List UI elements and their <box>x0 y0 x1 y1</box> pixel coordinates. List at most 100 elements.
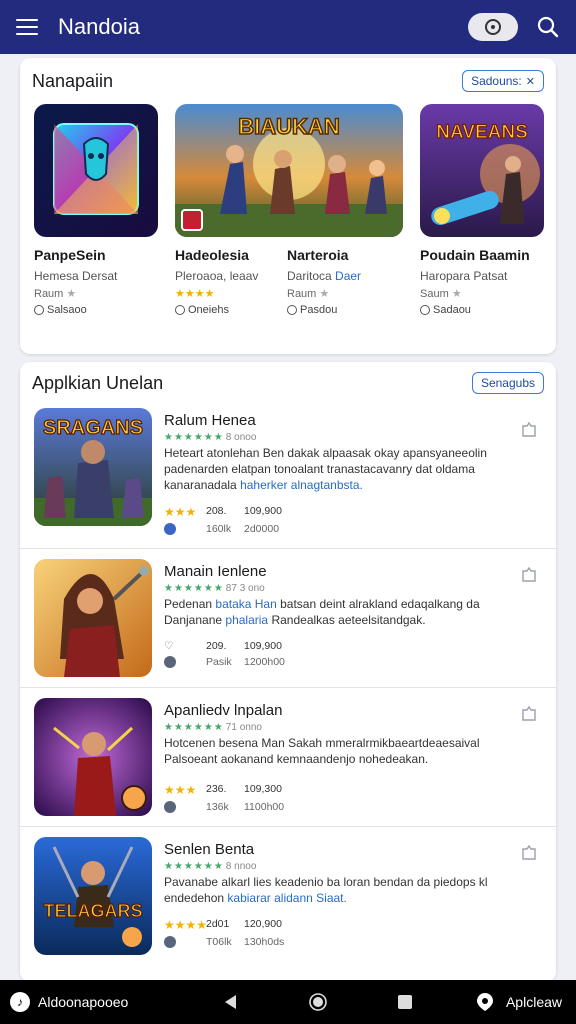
share-icon[interactable] <box>520 420 538 438</box>
see-all-button[interactable]: Senagubs <box>471 372 544 394</box>
description-link[interactable]: bataka Han <box>215 597 276 611</box>
tile-meta-label: Saum <box>420 288 449 300</box>
stat-value: 160lk <box>206 523 232 535</box>
app-icon: SRAGANS <box>34 408 152 526</box>
description-line: endedehon kabiarar alidann Siaat. <box>164 890 516 906</box>
app-thumbnail <box>34 104 158 237</box>
star-icon: ★ <box>319 288 330 300</box>
tile-downloads: Oneiehs <box>175 304 287 316</box>
tile-title: PanpeSein <box>34 247 106 263</box>
share-icon[interactable] <box>520 565 538 583</box>
tile-text-row: Hadeolesia Pleroaoa, leaav ★★★★ Oneiehs … <box>175 237 403 316</box>
stat-value: 2d01 <box>206 918 230 930</box>
stat-value: 2d0000 <box>244 523 280 535</box>
tile-title: Poudain Baamin <box>420 247 530 263</box>
app-stats: ★★★ 208. 109,900 160lk 2d0000 <box>164 505 548 538</box>
featured-tile[interactable]: NAVEANS Poudain Baamin Haropara Patsat S… <box>420 104 544 316</box>
app-info: Apanliedv lnpalan ★★★★★★ 71 onno Hotcenen… <box>164 698 548 816</box>
app-description: Pedenan bataka Han batsan deint alraklan… <box>164 596 516 628</box>
share-icon[interactable] <box>520 843 538 861</box>
description-link[interactable]: phalaria <box>225 613 268 627</box>
list-item[interactable]: SRAGANS Ralum Henea ★★★★★★ 8 onoo Heteart… <box>20 404 556 548</box>
download-icon <box>420 305 430 315</box>
tile-text-right[interactable]: Narteroia Daritoca Daer Raum ★ Pasdou <box>287 237 399 316</box>
apps-header: Applkian Unelan Senagubs <box>20 362 556 404</box>
nav-left[interactable]: ♪ Aldoonapooeo <box>0 992 160 1012</box>
record-icon <box>485 19 501 35</box>
downloads-label: Sadaou <box>433 304 471 316</box>
app-banner: BIAUKAN <box>175 104 403 237</box>
nav-right[interactable]: Aplcleaw <box>476 992 576 1012</box>
app-thumbnail: NAVEANS <box>420 104 544 237</box>
rating-row: ★★★★★★ 87 3 ono <box>164 583 548 594</box>
app-description: Hotcenen besena Man Sakah mmeralrmikbaea… <box>164 735 516 767</box>
banner-text: SRAGANS <box>43 417 143 439</box>
back-icon[interactable] <box>223 994 239 1010</box>
description-link[interactable]: haherker alnagtanbsta. <box>240 478 363 492</box>
recents-icon[interactable] <box>397 994 413 1010</box>
stat-value: 130h0ds <box>244 936 285 948</box>
menu-icon[interactable] <box>16 19 38 35</box>
description-text: endedehon <box>164 891 225 905</box>
download-icon <box>287 305 297 315</box>
description-line: Pedenan bataka Han batsan deint alraklan… <box>164 596 516 612</box>
home-icon[interactable] <box>309 993 327 1011</box>
description-line: Danjanane phalaria Randealkas aeteelsita… <box>164 612 516 628</box>
list-item[interactable]: Manain Ienlene ★★★★★★ 87 3 ono Pedenan ba… <box>20 548 556 687</box>
tile-meta-label: Raum <box>287 288 317 300</box>
tile-text-left: Hadeolesia Pleroaoa, leaav ★★★★ Oneiehs <box>175 237 287 316</box>
tile-subtitle: Pleroaoa, leaav <box>175 269 259 283</box>
rating-count: 87 3 ono <box>225 583 265 594</box>
tile-subtitle-link[interactable]: Daer <box>335 269 361 283</box>
star-icon: ★ <box>66 288 77 300</box>
stat-value: T06lk <box>206 936 232 948</box>
music-note-icon: ♪ <box>10 992 30 1012</box>
shield-icon <box>164 936 206 951</box>
featured-header: Nanapaiin Sadouns: ✕ <box>20 58 556 104</box>
downloads-label: Oneiehs <box>188 304 229 316</box>
app-icon <box>34 698 152 816</box>
description-link[interactable]: kabiarar alidann Siaat. <box>227 891 346 905</box>
stat-value: 109,900 <box>244 505 282 517</box>
rating-stars: ★★★★★★ <box>164 861 224 872</box>
download-icon <box>175 305 185 315</box>
search-icon[interactable] <box>536 15 560 39</box>
section-title: Applkian Unelan <box>32 372 164 393</box>
list-item[interactable]: Apanliedv lnpalan ★★★★★★ 71 onno Hotcenen… <box>20 687 556 826</box>
app-title: Nandoia <box>58 14 140 39</box>
app-info: Manain Ienlene ★★★★★★ 87 3 ono Pedenan ba… <box>164 559 548 677</box>
stat-value: 1100h00 <box>244 801 285 813</box>
see-all-button[interactable]: Sadouns: ✕ <box>462 70 544 92</box>
description-line: kanaranadala haherker alnagtanbsta. <box>164 477 516 493</box>
downloads-label: Pasdou <box>300 304 338 316</box>
tile-downloads: Pasdou <box>287 304 399 316</box>
tile-downloads: Salsaoo <box>34 304 158 316</box>
banner-text: NAVEANS <box>436 122 528 143</box>
tile-subtitle: Hemesa Dersat <box>34 269 118 283</box>
app-stats: ♡ 209. 109,900 Pasik 1200h00 <box>164 640 548 671</box>
banner-text: BIAUKAN <box>238 114 339 139</box>
tile-meta: Saum ★ <box>420 287 544 300</box>
featured-tile[interactable]: BIAUKAN Hadeolesia Pleroaoa, leaav ★★★★ … <box>175 104 403 316</box>
download-icon <box>34 305 44 315</box>
heart-icon: ♡ <box>164 640 174 652</box>
list-item[interactable]: TELAGARS Senlen Benta ★★★★★★ 8 nnoo Pavan… <box>20 826 556 965</box>
see-all-label: Sadouns: <box>471 74 522 88</box>
nav-right-label: Aplcleaw <box>505 994 562 1010</box>
downloads-label: Salsaoo <box>47 304 87 316</box>
app-stats: ★★★ 236. 109,300 136k 1100h00 <box>164 783 548 816</box>
apps-section: Applkian Unelan Senagubs SRAGANS Ralum H… <box>20 362 556 982</box>
app-stats: ★★★★ 2d01 120,900 T06lk 130h0ds <box>164 918 548 951</box>
rating-row: ★★★★★★ 71 onno <box>164 722 548 733</box>
featured-row: PanpeSein Hemesa Dersat Raum ★ Salsaoo B… <box>20 104 556 348</box>
stat-value: 1200h00 <box>244 656 285 668</box>
stat-value: Pasik <box>206 656 232 668</box>
share-icon[interactable] <box>520 704 538 722</box>
tile-meta: Raum ★ <box>287 287 399 300</box>
tile-title: Hadeolesia <box>175 247 249 263</box>
description-line: Palsoeant aokanand kemnaandenjo nohedeak… <box>164 752 429 766</box>
star-rating: ★★★★ <box>164 918 208 932</box>
toggle-button[interactable] <box>468 13 518 41</box>
featured-tile[interactable]: PanpeSein Hemesa Dersat Raum ★ Salsaoo <box>34 104 158 316</box>
app-title: Apanliedv lnpalan <box>164 702 283 719</box>
